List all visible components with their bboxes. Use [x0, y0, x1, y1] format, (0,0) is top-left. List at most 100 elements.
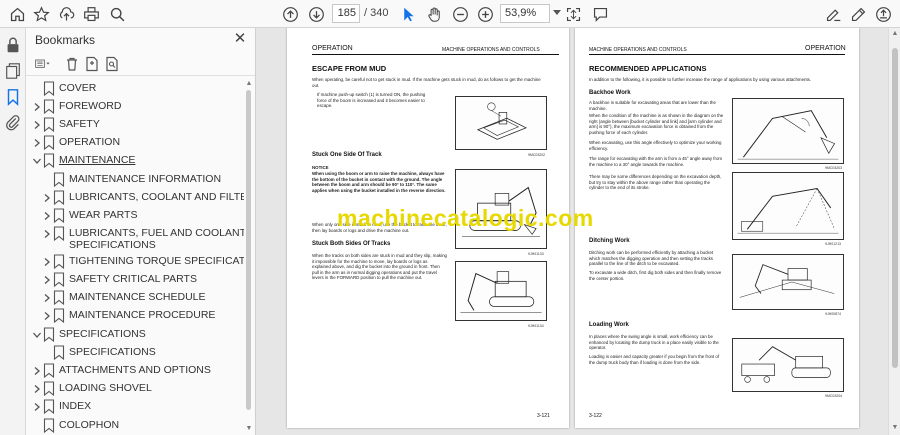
figure-both-sides [455, 261, 547, 321]
chevron-right-icon[interactable] [42, 210, 52, 220]
zoom-dropdown-icon[interactable] [553, 10, 561, 15]
delete-icon[interactable] [64, 56, 82, 72]
chevron-right-icon[interactable] [42, 310, 52, 320]
bookmark-icon [53, 308, 65, 324]
chevron-right-icon[interactable] [32, 383, 42, 393]
zoom-in-icon[interactable] [474, 3, 496, 25]
chevron-right-icon[interactable] [32, 101, 42, 111]
scroll-up-icon[interactable]: ▲ [245, 80, 253, 88]
chevron-right-icon[interactable] [32, 119, 42, 129]
bookmarks-scrollbar[interactable]: ▲ ▼ [245, 80, 253, 435]
watermark: machinecatalogic.com [337, 205, 594, 231]
page-number-input[interactable]: 185 [332, 4, 360, 23]
bookmark-lubricants-fuel-coolant[interactable]: LUBRICANTS, FUEL AND COOLANT SPECIFICATI… [26, 225, 244, 252]
chevron-right-icon[interactable] [42, 192, 52, 202]
bookmark-icon [43, 363, 55, 379]
header-chapter: MACHINE OPERATIONS AND CONTROLS [589, 47, 687, 53]
chevron-right-icon[interactable] [42, 256, 52, 266]
bookmark-maintenance-information[interactable]: MAINTENANCE INFORMATION [26, 171, 244, 189]
page-total: / 340 [364, 7, 389, 19]
bookmark-operation[interactable]: OPERATION [26, 134, 244, 152]
zoom-out-icon[interactable] [449, 3, 471, 25]
options-menu-icon[interactable] [35, 56, 59, 72]
subheading-one-side: Stuck One Side Of Track [312, 152, 382, 158]
bookmark-label: COLOPHON [59, 419, 120, 431]
navigation-rail [0, 28, 26, 435]
figure-backhoe-angle [732, 98, 844, 164]
bookmark-tightening-torque[interactable]: TIGHTENING TORQUE SPECIFICATIONS [26, 253, 244, 271]
star-icon[interactable] [30, 3, 52, 25]
scrollbar-thumb[interactable] [246, 90, 251, 410]
bookmark-specifications[interactable]: SPECIFICATIONS [26, 326, 244, 344]
chevron-down-icon[interactable] [32, 329, 42, 339]
chevron-right-icon[interactable] [32, 365, 42, 375]
section-title: ESCAPE FROM MUD [312, 64, 387, 73]
document-scrollbar[interactable]: ▲ ▼ [888, 28, 900, 435]
print-icon[interactable] [80, 3, 102, 25]
bookmark-lubricants-coolant-filters[interactable]: LUBRICANTS, COOLANT AND FILTERS [26, 189, 244, 207]
page-up-icon[interactable] [279, 3, 301, 25]
chevron-right-icon[interactable] [32, 137, 42, 147]
backhoe-text-3: When excavating, use this angle effectiv… [589, 140, 722, 151]
sign-icon[interactable] [822, 3, 844, 25]
hand-icon[interactable] [423, 3, 445, 25]
close-icon[interactable]: ✕ [233, 31, 247, 46]
bookmark-icon[interactable] [4, 88, 22, 106]
chevron-right-icon[interactable] [42, 292, 52, 302]
home-icon[interactable] [6, 3, 28, 25]
section-title: RECOMMENDED APPLICATIONS [589, 64, 707, 73]
new-bookmark-icon[interactable] [84, 56, 102, 72]
find-bookmark-icon[interactable] [104, 56, 122, 72]
cursor-icon[interactable] [397, 3, 419, 25]
attachment-icon[interactable] [4, 114, 22, 132]
intro-text: When operating, be careful not to get st… [312, 77, 541, 88]
figure-caption: 9JH00874 [825, 312, 841, 316]
bookmark-index[interactable]: INDEX [26, 398, 244, 416]
bookmark-icon [43, 153, 55, 169]
scroll-down-icon[interactable]: ▼ [891, 424, 899, 432]
scroll-up-icon[interactable]: ▲ [891, 30, 899, 38]
page-down-icon[interactable] [305, 3, 327, 25]
chevron-right-icon[interactable] [32, 401, 42, 411]
bookmark-maintenance-schedule[interactable]: MAINTENANCE SCHEDULE [26, 289, 244, 307]
bookmark-icon [53, 226, 65, 242]
bookmark-icon [43, 135, 55, 151]
share-icon[interactable] [872, 3, 894, 25]
bookmark-cover[interactable]: COVER [26, 80, 244, 98]
bookmark-wear-parts[interactable]: WEAR PARTS [26, 207, 244, 225]
chevron-down-icon[interactable] [32, 155, 42, 165]
bookmark-safety-critical-parts[interactable]: SAFETY CRITICAL PARTS [26, 271, 244, 289]
both-sides-text: When the tracks on both sides are stuck … [312, 253, 447, 281]
chevron-right-icon[interactable] [42, 228, 52, 238]
scrollbar-thumb[interactable] [892, 48, 898, 368]
bookmark-safety[interactable]: SAFETY [26, 116, 244, 134]
upload-icon[interactable] [55, 3, 77, 25]
subheading-backhoe: Backhoe Work [589, 90, 631, 96]
bookmark-maintenance-procedure[interactable]: MAINTENANCE PROCEDURE [26, 307, 244, 325]
zoom-input[interactable]: 53,9% [500, 4, 550, 23]
bookmark-icon [43, 418, 55, 434]
bookmark-attachments-options[interactable]: ATTACHMENTS AND OPTIONS [26, 362, 244, 380]
bookmark-icon [53, 272, 65, 288]
page-number: 3-122 [589, 413, 602, 419]
bookmark-icon [43, 327, 55, 343]
intro-text: In addition to the following, it is poss… [589, 77, 812, 82]
fit-icon[interactable] [562, 3, 584, 25]
bookmark-foreword[interactable]: FOREWORD [26, 98, 244, 116]
bookmark-icon [43, 81, 55, 97]
search-icon[interactable] [106, 3, 128, 25]
bookmark-maintenance[interactable]: MAINTENANCE [26, 152, 244, 170]
header-chapter: MACHINE OPERATIONS AND CONTROLS [442, 47, 540, 53]
bookmark-loading-shovel[interactable]: LOADING SHOVEL [26, 380, 244, 398]
pen-icon[interactable] [847, 3, 869, 25]
comment-icon[interactable] [589, 3, 611, 25]
header-rule [589, 54, 845, 55]
pages-icon[interactable] [4, 62, 22, 80]
bookmark-specifications-child[interactable]: SPECIFICATIONS [26, 344, 244, 362]
scroll-down-icon[interactable]: ▼ [245, 425, 253, 433]
figure-ditching [732, 254, 844, 310]
figure-loading [732, 338, 844, 392]
bookmark-colophon[interactable]: COLOPHON [26, 417, 244, 435]
lock-icon[interactable] [4, 36, 22, 54]
chevron-right-icon[interactable] [42, 274, 52, 284]
